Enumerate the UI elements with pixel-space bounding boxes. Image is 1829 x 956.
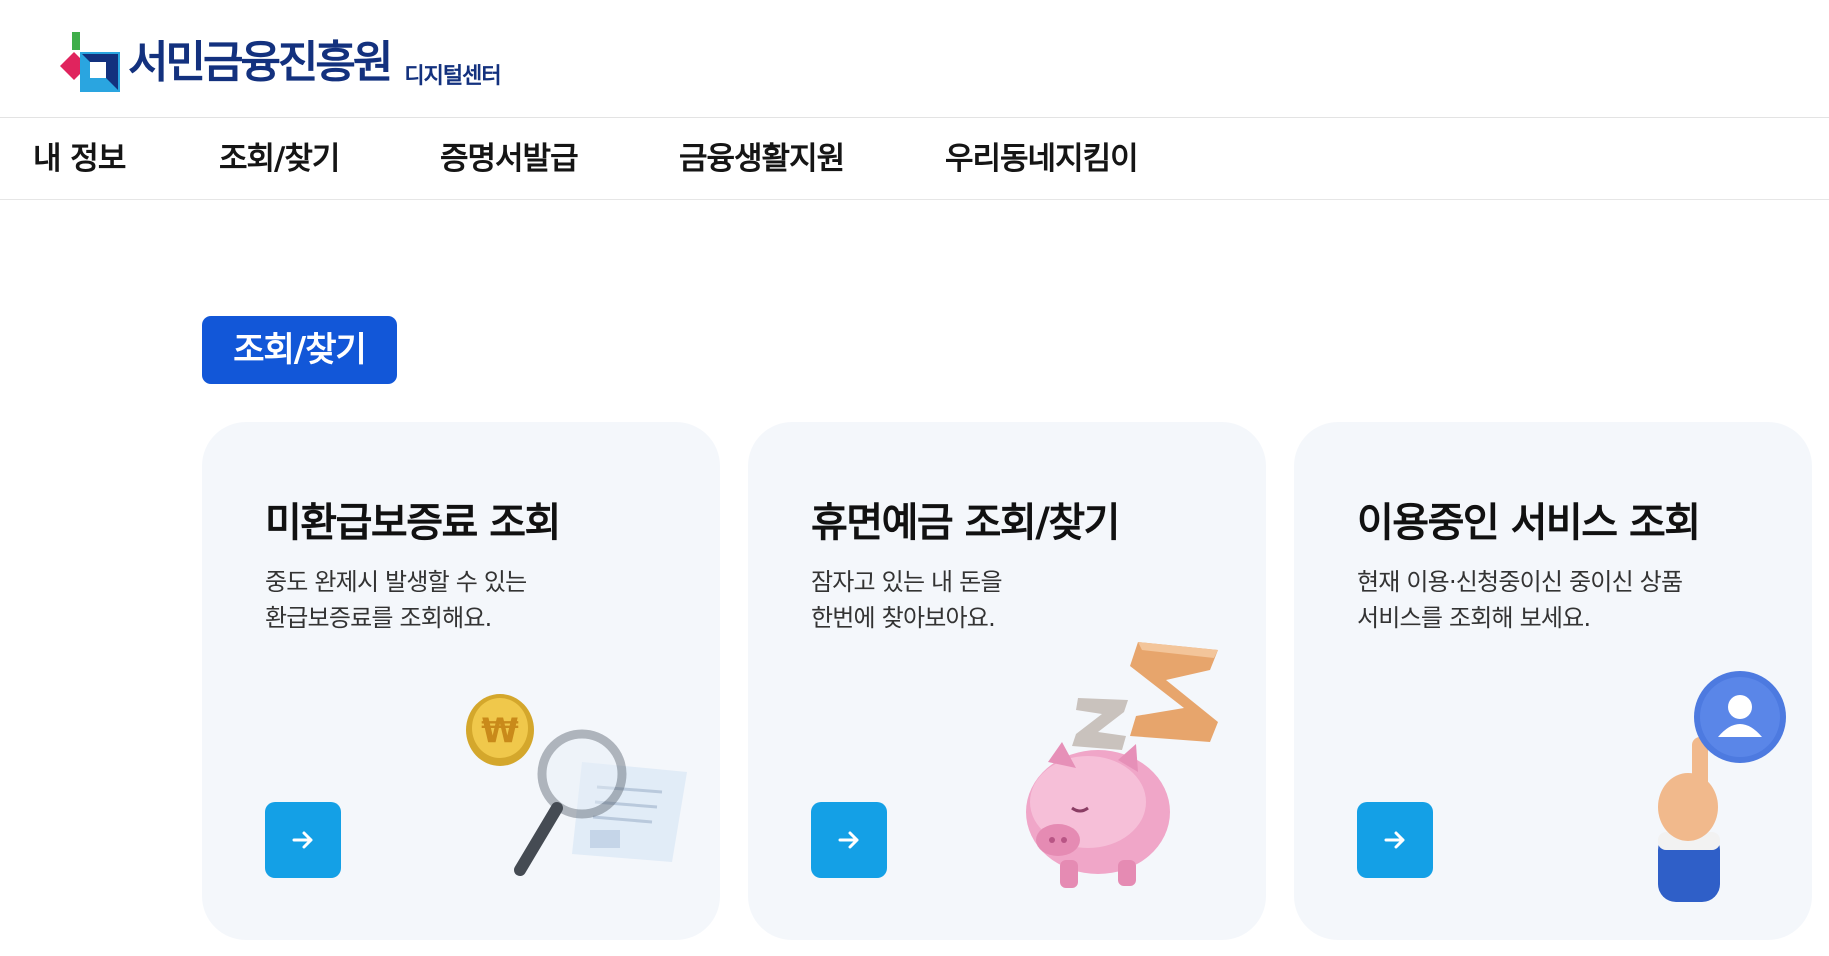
section-title: 조회/찾기 — [202, 316, 397, 384]
site-header: 서민금융진흥원 디지털센터 — [0, 0, 1829, 118]
nav-item-neighborhood-guard[interactable]: 우리동네지킴이 — [945, 119, 1139, 200]
card-title: 휴면예금 조회/찾기 — [811, 500, 1120, 546]
go-button[interactable] — [265, 802, 341, 878]
card-desc-line: 현재 이용·신청중이신 중이신 상품 — [1357, 568, 1683, 596]
card-desc-line: 중도 완제시 발생할 수 있는 — [265, 568, 527, 596]
arrow-right-icon — [838, 831, 859, 849]
magnifier-coin-illustration: ₩ — [466, 694, 687, 876]
arrow-right-icon — [292, 831, 313, 849]
card-title: 이용중인 서비스 조회 — [1357, 500, 1701, 546]
card-title: 미환급보증료 조회 — [265, 500, 561, 546]
nav-item-financial-support[interactable]: 금융생활지원 — [679, 119, 845, 200]
card-dormant-deposit[interactable]: 휴면예금 조회/찾기 잠자고 있는 내 돈을 한번에 찾아보아요. — [748, 422, 1266, 940]
logo-name: 서민금융진흥원 — [128, 37, 393, 88]
card-description: 현재 이용·신청중이신 중이신 상품 서비스를 조회해 보세요. — [1357, 564, 1757, 636]
card-desc-line: 잠자고 있는 내 돈을 — [811, 568, 1003, 596]
nav-item-my-info[interactable]: 내 정보 — [33, 119, 126, 200]
logo-subtitle: 디지털센터 — [404, 64, 501, 89]
card-description: 중도 완제시 발생할 수 있는 환급보증료를 조회해요. — [265, 564, 665, 636]
card-desc-line: 서비스를 조회해 보세요. — [1357, 604, 1591, 632]
go-button[interactable] — [1357, 802, 1433, 878]
nav-item-certificates[interactable]: 증명서발급 — [440, 119, 579, 200]
logo-mark-icon — [60, 32, 122, 94]
main-nav: 내 정보 조회/찾기 증명서발급 금융생활지원 우리동네지킴이 — [0, 119, 1829, 200]
sleeping-piggy-bank-illustration — [1026, 642, 1218, 888]
logo[interactable]: 서민금융진흥원 디지털센터 — [60, 14, 502, 94]
card-description: 잠자고 있는 내 돈을 한번에 찾아보아요. — [811, 564, 1211, 636]
arrow-right-icon — [1384, 831, 1405, 849]
card-desc-line: 한번에 찾아보아요. — [811, 604, 996, 632]
nav-item-search[interactable]: 조회/찾기 — [219, 119, 340, 200]
card-desc-line: 환급보증료를 조회해요. — [265, 604, 492, 632]
card-refund-guarantee-fee[interactable]: 미환급보증료 조회 중도 완제시 발생할 수 있는 환급보증료를 조회해요. ₩ — [202, 422, 720, 940]
go-button[interactable] — [811, 802, 887, 878]
card-services-in-use[interactable]: 이용중인 서비스 조회 현재 이용·신청중이신 중이신 상품 서비스를 조회해 … — [1294, 422, 1812, 940]
svg-text:₩: ₩ — [481, 711, 519, 751]
hand-touch-user-illustration — [1658, 671, 1786, 902]
